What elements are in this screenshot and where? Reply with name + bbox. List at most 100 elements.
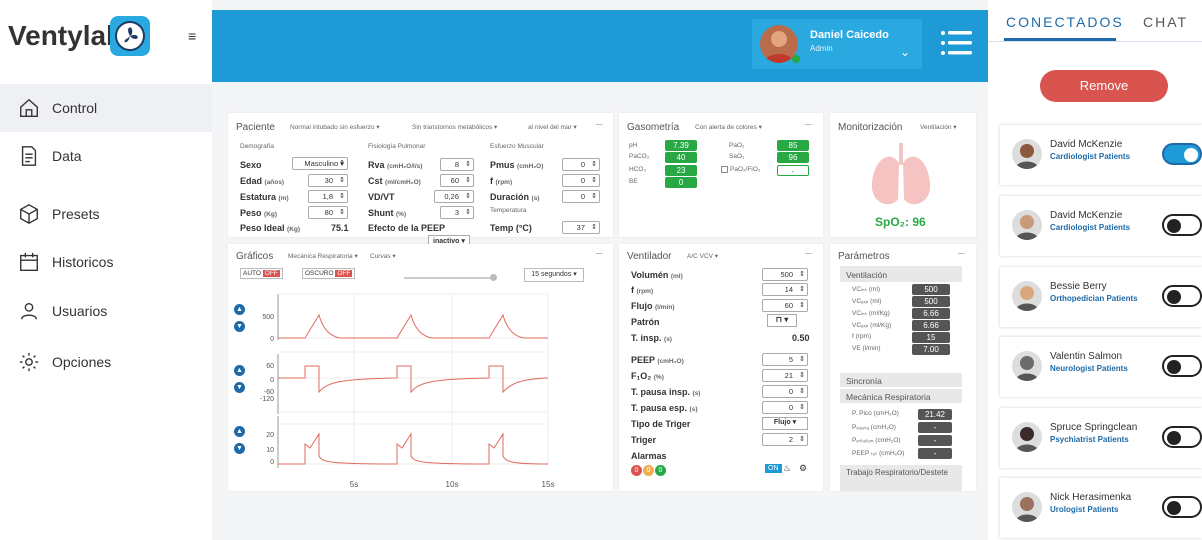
nav-item-control[interactable]: Control: [0, 84, 212, 132]
peep-effect-label: Efecto de la PEEP: [368, 223, 446, 233]
sidebar: Ventylab ≡ Control Data Presets Historic…: [0, 0, 212, 540]
param-value: -: [918, 435, 952, 446]
alarm-high-badge[interactable]: 0: [631, 465, 642, 476]
f-input[interactable]: 14: [762, 283, 808, 296]
hamburger-menu-icon[interactable]: [940, 28, 972, 58]
triger-input[interactable]: 2: [762, 433, 808, 446]
alarm-medium-badge[interactable]: 0: [643, 465, 654, 476]
flujo-input[interactable]: 60: [762, 299, 808, 312]
nav-item-data[interactable]: Data: [0, 132, 212, 180]
tab-divider: [988, 41, 1202, 42]
param-label: VE (l/min): [852, 345, 881, 352]
parametros-card: Parámetros — Ventilación VCᵢₙₛ (ml) 500 VC…: [830, 244, 976, 491]
peso-input[interactable]: 80: [308, 206, 348, 219]
contact-card[interactable]: David McKenzie Cardiologist Patients: [1000, 196, 1202, 256]
sexo-select[interactable]: Masculino ▾: [292, 157, 348, 170]
settings-icon[interactable]: ⚙: [799, 463, 807, 474]
peep-input[interactable]: 5: [762, 353, 808, 366]
contact-toggle[interactable]: [1162, 426, 1202, 448]
minimize-icon[interactable]: —: [805, 121, 812, 128]
oscuro-toggle[interactable]: OSCURO OFF: [302, 268, 356, 279]
shunt-input[interactable]: 3: [440, 206, 474, 219]
sincronia-section[interactable]: Sincronía: [840, 373, 962, 387]
trabajo-section[interactable]: Trabajo Respiratorio/Destete: [840, 465, 962, 491]
fan-logo-icon: [110, 16, 150, 56]
section-esfuerzo: Esfuerzo Muscular: [490, 143, 544, 150]
volumen-input[interactable]: 500: [762, 268, 808, 281]
pausa-insp-input[interactable]: 0: [762, 385, 808, 398]
contact-card[interactable]: Valentin Salmon Neurologist Patients: [1000, 337, 1202, 397]
ventilacion-section[interactable]: Ventilación: [840, 266, 962, 282]
fio2-label: F₁O₂ (%): [631, 371, 664, 381]
tipo-triger-select[interactable]: Flujo ▾: [762, 417, 808, 430]
alarm-low-badge[interactable]: 0: [655, 465, 666, 476]
auto-toggle[interactable]: AUTO OFF: [240, 268, 283, 279]
mode-select[interactable]: A/C VCV ▾: [687, 252, 718, 260]
rva-input[interactable]: 8: [440, 158, 474, 171]
minimize-icon[interactable]: —: [596, 121, 603, 128]
mecanica-section[interactable]: Mecánica Respiratoria: [840, 389, 962, 403]
vdvt-input[interactable]: 0,26: [434, 190, 474, 203]
nav-item-opciones[interactable]: Opciones: [0, 338, 212, 386]
tab-conectados[interactable]: CONECTADOS: [1006, 14, 1124, 30]
contact-toggle[interactable]: [1162, 355, 1202, 377]
slider-handle[interactable]: [490, 274, 497, 281]
minimize-icon[interactable]: —: [805, 250, 812, 257]
bell-icon[interactable]: ♨: [783, 463, 791, 474]
paco2-label: PaCO₂: [629, 153, 650, 160]
rva-label: Rva (cmH₂O/l/s): [368, 160, 423, 170]
contact-toggle[interactable]: [1162, 143, 1202, 165]
minimize-icon[interactable]: —: [596, 250, 603, 257]
duracion-input[interactable]: 0: [562, 190, 600, 203]
altitude-select[interactable]: al nivel del mar ▾: [528, 123, 577, 131]
tipo-triger-label: Tipo de Triger: [631, 419, 691, 429]
contact-card[interactable]: David McKenzie Cardiologist Patients: [1000, 125, 1202, 185]
curvas-select[interactable]: Curvas ▾: [370, 252, 396, 260]
contact-card[interactable]: Nick Herasimenka Urologist Patients: [1000, 478, 1202, 538]
contact-toggle[interactable]: [1162, 214, 1202, 236]
nav-item-usuarios[interactable]: Usuarios: [0, 287, 212, 335]
contact-toggle[interactable]: [1162, 285, 1202, 307]
avatar: [1012, 351, 1042, 381]
contact-name: Spruce Springclean: [1050, 422, 1138, 433]
minimize-icon[interactable]: —: [958, 250, 965, 257]
time-slider[interactable]: [404, 277, 494, 279]
f-input[interactable]: 0: [562, 174, 600, 187]
axis-tick: 0: [270, 377, 274, 384]
patron-select[interactable]: ⊓ ▾: [767, 314, 797, 327]
edad-label: Edad (años): [240, 176, 285, 186]
contact-card[interactable]: Bessie Berry Orthopedician Patients: [1000, 267, 1202, 327]
nav-item-historicos[interactable]: Historicos: [0, 238, 212, 286]
edad-input[interactable]: 30: [308, 174, 348, 187]
avatar: [1012, 210, 1042, 240]
contact-toggle[interactable]: [1162, 496, 1202, 518]
card-title: Paciente: [236, 122, 275, 133]
nav-item-presets[interactable]: Presets: [0, 190, 212, 238]
cst-input[interactable]: 60: [440, 174, 474, 187]
collapse-menu-icon[interactable]: ≡: [188, 28, 196, 44]
pafi-checkbox[interactable]: [721, 166, 728, 173]
pmus-input[interactable]: 0: [562, 158, 600, 171]
mecanica-select[interactable]: Mecánica Respiratoria ▾: [288, 252, 358, 260]
toggle-knob: [1167, 219, 1181, 233]
box-icon: [20, 204, 38, 224]
fio2-input[interactable]: 21: [762, 369, 808, 382]
chevron-down-icon[interactable]: ⌄: [900, 45, 910, 59]
contact-role: Cardiologist Patients: [1050, 223, 1131, 232]
temp-input[interactable]: 37: [562, 221, 600, 234]
estatura-input[interactable]: 1,8: [308, 190, 348, 203]
tab-chat[interactable]: CHAT: [1143, 14, 1188, 30]
spo2-readout: SpO₂: 96: [875, 215, 926, 229]
patient-type-select[interactable]: Normal intubado sin esfuerzo ▾: [290, 123, 380, 131]
param-label: Pₑₛₜₐₜᵢₒₙ (cmH₂O): [852, 437, 901, 444]
ventilacion-select[interactable]: Ventilación ▾: [920, 123, 957, 131]
alert-colors-select[interactable]: Con alerta de colores ▾: [695, 123, 762, 131]
time-window-select[interactable]: 15 segundos ▾: [524, 268, 584, 282]
remove-button[interactable]: Remove: [1040, 70, 1168, 102]
alarm-on-toggle[interactable]: ON: [765, 464, 782, 473]
param-value: 15: [912, 332, 950, 343]
user-menu[interactable]: Daniel Caicedo Admin ⌄: [752, 19, 922, 69]
pausa-esp-input[interactable]: 0: [762, 401, 808, 414]
metabolic-select[interactable]: Sin transtornos metabólicos ▾: [412, 123, 497, 131]
contact-card[interactable]: Spruce Springclean Psychiatrist Patients: [1000, 408, 1202, 468]
